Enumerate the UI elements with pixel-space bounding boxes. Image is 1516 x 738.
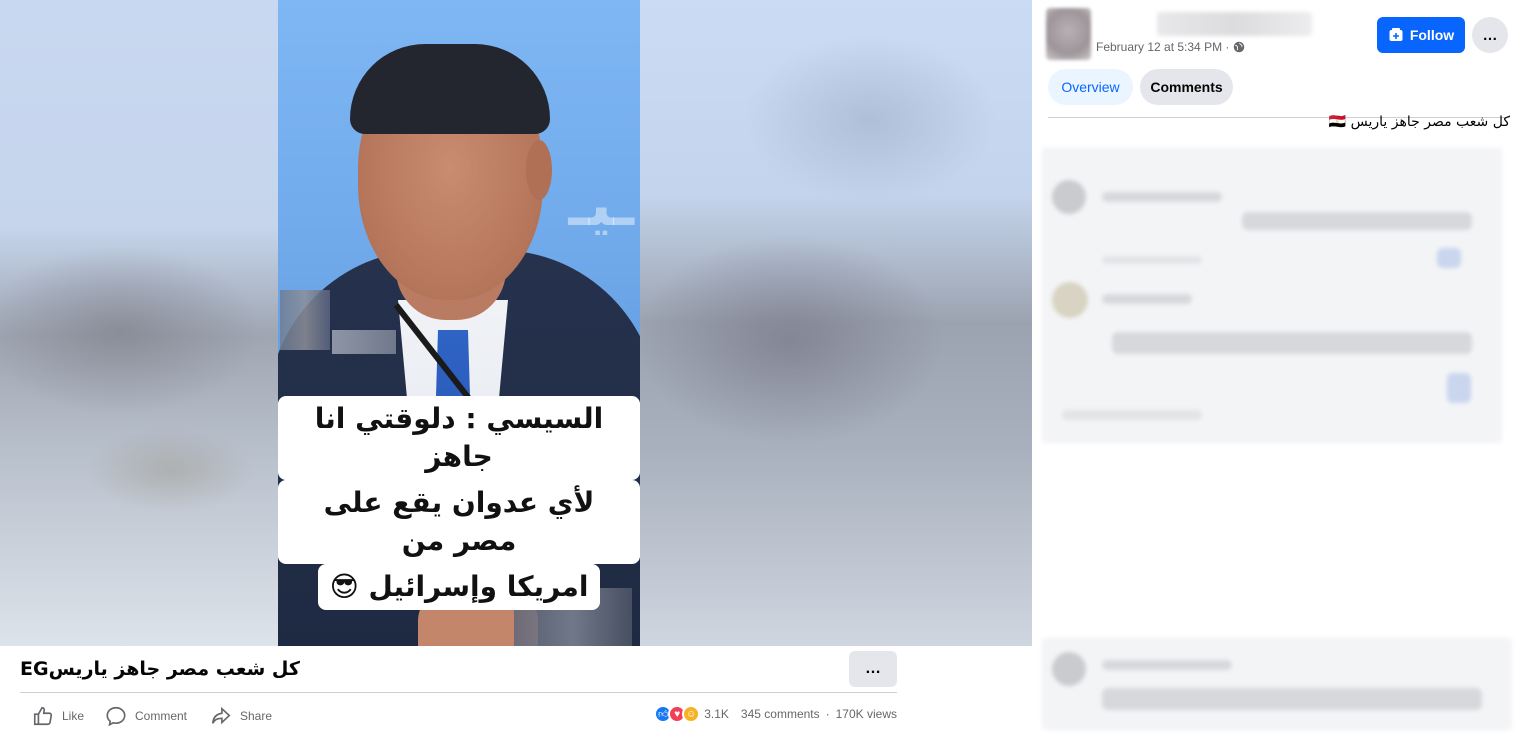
post-timestamp[interactable]: February 12 at 5:34 PM · xyxy=(1096,40,1245,54)
timestamp-text: February 12 at 5:34 PM · xyxy=(1096,40,1230,54)
background-watermark: ـيـ xyxy=(568,171,634,238)
video-caption: السيسي : دلوقتي انا جاهز لأي عدوان يقع ع… xyxy=(278,396,640,610)
comment-bubble-icon xyxy=(106,706,126,727)
like-label: Like xyxy=(62,709,85,723)
share-label: Share xyxy=(240,709,273,723)
stats-separator: · xyxy=(825,707,830,721)
more-horizontal-icon: … xyxy=(865,660,881,677)
more-horizontal-icon: … xyxy=(1482,26,1498,44)
care-reaction-icon: ☺ xyxy=(682,705,701,723)
comment-label: Comment xyxy=(135,709,188,723)
pixelated-region xyxy=(280,290,330,350)
reaction-count[interactable]: 3.1K xyxy=(704,707,729,721)
comment-count[interactable]: 345 comments xyxy=(741,707,820,721)
comment-button[interactable]: Comment xyxy=(105,705,187,727)
tab-comments[interactable]: Comments xyxy=(1140,69,1233,105)
caption-line: السيسي : دلوقتي انا جاهز xyxy=(278,396,640,480)
post-side-panel: February 12 at 5:34 PM · Follow … Overvi… xyxy=(1032,0,1516,738)
redacted-comment xyxy=(1042,638,1512,730)
follow-label: Follow xyxy=(1409,27,1455,43)
post-divider xyxy=(20,692,897,693)
thumbs-up-icon xyxy=(33,706,53,726)
redacted-comments xyxy=(1042,148,1502,443)
video-player[interactable]: ـيـ السيسي : دلوقتي انا جاهز لأي عدوان ي… xyxy=(278,0,640,646)
avatar[interactable] xyxy=(1046,8,1091,60)
caption-line: لأي عدوان يقع على مصر من xyxy=(278,480,640,564)
caption-line: امريكا وإسرائيل 😎 xyxy=(317,564,601,610)
blurred-backdrop-right xyxy=(640,0,1032,646)
pixelated-region xyxy=(332,330,396,354)
like-button[interactable]: Like xyxy=(32,705,84,727)
post-more-button[interactable]: … xyxy=(849,651,897,687)
follow-page-icon xyxy=(1389,28,1403,41)
globe-icon xyxy=(1234,41,1245,53)
share-button[interactable]: Share xyxy=(210,705,272,727)
speaker-ear xyxy=(526,140,552,200)
share-arrow-icon xyxy=(211,706,231,725)
speaker-hair xyxy=(350,44,550,134)
author-name-redacted[interactable] xyxy=(1157,12,1312,36)
blurred-backdrop-left xyxy=(0,0,278,646)
video-stage[interactable]: ـيـ السيسي : دلوقتي انا جاهز لأي عدوان ي… xyxy=(0,0,1032,646)
tab-overview[interactable]: Overview xyxy=(1048,69,1133,105)
post-stats: 👍︎ ♥ ☺ 3.1K 345 comments · 170K views xyxy=(654,705,897,723)
view-count: 170K views xyxy=(835,707,897,721)
panel-more-button[interactable]: … xyxy=(1472,17,1508,53)
follow-button[interactable]: Follow xyxy=(1377,17,1465,53)
post-title: كل شعب مصر جاهز ياريسEG xyxy=(20,658,300,680)
post-description: كل شعب مصر جاهز ياريس 🇪🇬 xyxy=(1328,114,1510,130)
